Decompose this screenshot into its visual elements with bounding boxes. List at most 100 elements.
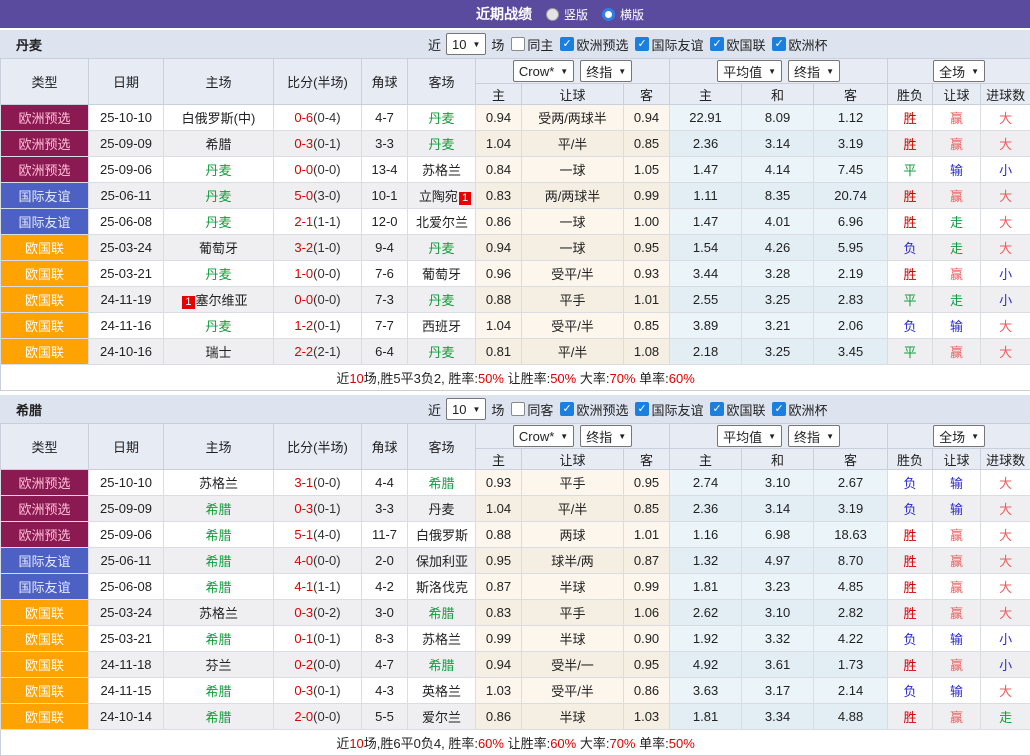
result-outcome: 胜 [888,704,933,730]
filter-controls: 近 10▼ 场 同主 欧洲预选 国际友谊 欧国联 欧洲杯 [428,33,828,55]
scope-select[interactable]: 全场▼ [933,425,985,447]
fulltime-score: 3-2 [294,240,313,255]
odds-source-select[interactable]: Crow*▼ [513,60,574,82]
league-checkbox-eurocup[interactable] [772,37,786,51]
handicap-outcome: 赢 [933,183,981,209]
goals-outcome: 大 [981,678,1030,704]
scope-select[interactable]: 全场▼ [933,60,985,82]
handicap-line: 两球 [522,522,624,548]
fulltime-score: 0-3 [294,136,313,151]
column-header-away-odds: 客 [624,84,670,105]
match-score: 4-1(1-1) [274,574,362,600]
same-venue-label: 同主 [527,35,553,54]
avg-home-odds: 1.47 [670,209,742,235]
away-odds: 1.01 [624,522,670,548]
home-team-name: 苏格兰 [199,476,238,491]
handicap-line: 球半/两 [522,548,624,574]
home-team-name: 葡萄牙 [199,241,238,256]
avg-away-odds: 18.63 [814,522,888,548]
handicap-line: 平手 [522,287,624,313]
horizontal-radio[interactable] [602,8,615,21]
result-outcome: 平 [888,339,933,365]
home-odds: 1.04 [476,496,522,522]
league-checkbox-nations[interactable] [710,402,724,416]
league-checkbox-friendly[interactable] [635,37,649,51]
same-venue-checkbox[interactable] [511,37,525,51]
column-header-handicap-result: 让球 [933,84,981,105]
table-row: 欧洲预选 25-09-09 希腊 0-3(0-1) 3-3 丹麦 1.04 平/… [1,496,1030,522]
final-odds-select-2[interactable]: 终指▼ [788,60,840,82]
avg-home-odds: 1.81 [670,704,742,730]
column-header-result: 胜负 [888,84,933,105]
halftime-score: (0-1) [313,318,340,333]
halftime-score: (0-1) [313,683,340,698]
match-score: 3-2(1-0) [274,235,362,261]
match-count-select[interactable]: 10▼ [446,398,486,420]
fulltime-score: 4-0 [294,553,313,568]
layout-option-vertical[interactable]: 竖版 [546,6,588,23]
league-checkbox-friendly[interactable] [635,402,649,416]
halftime-score: (4-0) [313,527,340,542]
avg-home-odds: 1.81 [670,574,742,600]
filter-controls: 近 10▼ 场 同客 欧洲预选 国际友谊 欧国联 欧洲杯 [428,398,828,420]
match-score: 3-1(0-0) [274,470,362,496]
final-odds-select[interactable]: 终指▼ [580,60,632,82]
away-odds: 1.05 [624,157,670,183]
halftime-score: (0-0) [313,162,340,177]
same-venue-checkbox[interactable] [511,402,525,416]
match-score: 5-1(4-0) [274,522,362,548]
avg-draw-odds: 4.14 [742,157,814,183]
match-type-badge: 国际友谊 [1,183,89,209]
odds-source-select[interactable]: Crow*▼ [513,425,574,447]
away-odds: 0.99 [624,183,670,209]
table-row: 欧国联 24-11-15 希腊 0-3(0-1) 4-3 英格兰 1.03 受平… [1,678,1030,704]
average-select[interactable]: 平均值▼ [717,60,782,82]
home-team-name: 丹麦 [205,189,231,204]
home-odds: 0.84 [476,157,522,183]
goals-outcome: 小 [981,626,1030,652]
league-checkbox-preselect[interactable] [560,37,574,51]
avg-home-odds: 2.18 [670,339,742,365]
column-header-avg-draw: 和 [742,449,814,470]
results-table: 类型 日期 主场 比分(半场) 角球 客场 Crow*▼ 终指▼ 平均值▼ 终指… [0,58,1030,391]
vertical-radio[interactable] [546,8,559,21]
table-row: 欧国联 24-10-16 瑞士 2-2(2-1) 6-4 丹麦 0.81 平/半… [1,339,1030,365]
result-outcome: 胜 [888,261,933,287]
match-count-select[interactable]: 10▼ [446,33,486,55]
result-outcome: 胜 [888,209,933,235]
home-team-name: 丹麦 [205,267,231,282]
result-outcome: 负 [888,496,933,522]
final-odds-select[interactable]: 终指▼ [580,425,632,447]
team-name: 希腊 [16,400,42,419]
team-name: 丹麦 [16,35,42,54]
match-date: 25-03-21 [89,626,164,652]
avg-home-odds: 1.92 [670,626,742,652]
match-score: 1-2(0-1) [274,313,362,339]
average-select[interactable]: 平均值▼ [717,425,782,447]
away-team-name: 苏格兰 [422,163,461,178]
home-team-cell: 希腊 [164,131,274,157]
result-outcome: 平 [888,287,933,313]
home-team-cell: 丹麦 [164,183,274,209]
league-checkbox-preselect[interactable] [560,402,574,416]
home-team-cell: 希腊 [164,678,274,704]
league-checkbox-eurocup[interactable] [772,402,786,416]
avg-away-odds: 7.45 [814,157,888,183]
column-header-type: 类型 [1,59,89,105]
fulltime-score: 0-1 [294,631,313,646]
table-row: 欧国联 24-10-14 希腊 2-0(0-0) 5-5 爱尔兰 0.86 半球… [1,704,1030,730]
avg-draw-odds: 4.97 [742,548,814,574]
away-odds: 0.95 [624,652,670,678]
column-header-handicap: 让球 [522,84,624,105]
odds-group-header: Crow*▼ 终指▼ [476,59,670,84]
away-odds: 0.87 [624,548,670,574]
layout-option-horizontal[interactable]: 横版 [602,6,644,23]
home-team-cell: 希腊 [164,522,274,548]
final-odds-select-2[interactable]: 终指▼ [788,425,840,447]
result-outcome: 负 [888,470,933,496]
league-checkbox-nations[interactable] [710,37,724,51]
section-summary: 近10场,胜6平0负4, 胜率:60% 让胜率:60% 大率:70% 单率:50… [1,730,1030,756]
avg-draw-odds: 8.09 [742,105,814,131]
away-odds: 0.99 [624,574,670,600]
match-score: 0-3(0-2) [274,600,362,626]
